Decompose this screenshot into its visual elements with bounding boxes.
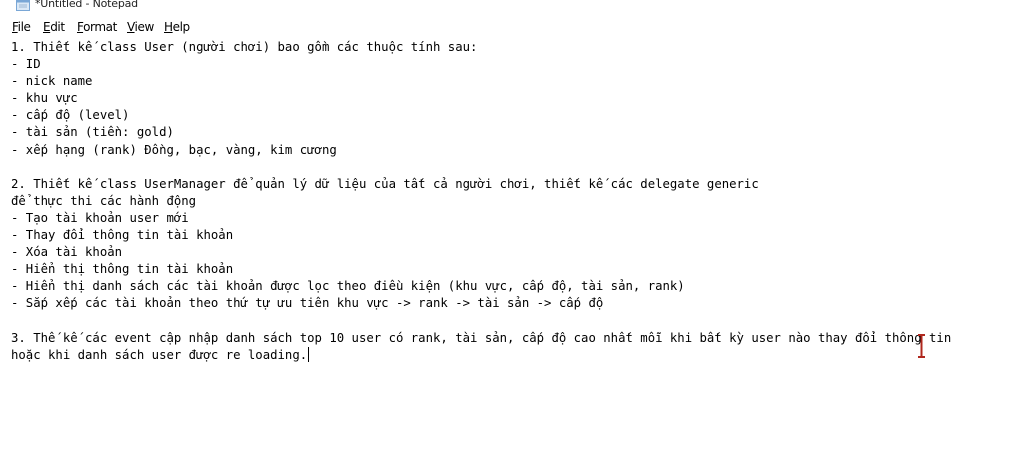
- menu-view[interactable]: View: [127, 20, 154, 34]
- menu-help[interactable]: Help: [164, 20, 190, 34]
- editor-line: - ID: [11, 57, 41, 72]
- title-bar: *Untitled - Notepad: [0, 0, 1027, 14]
- editor-line: - nick name: [11, 74, 93, 89]
- editor-text[interactable]: 1. Thiết kế class User (người chơi) bao …: [11, 39, 1023, 364]
- editor-line-last: hoặc khi danh sách user được re loading.: [11, 346, 1023, 364]
- editor-line-text: hoặc khi danh sách user được re loading.: [11, 347, 308, 362]
- editor-line: để thực thi các hành động: [11, 193, 197, 208]
- ibeam-cursor-icon: [918, 334, 925, 358]
- editor-line: - khu vực: [11, 91, 78, 106]
- menu-edit[interactable]: Edit: [43, 20, 65, 34]
- text-editor[interactable]: 1. Thiết kế class User (người chơi) bao …: [0, 36, 1027, 476]
- editor-line: - xếp hạng (rank) Đồng, bạc, vàng, kim c…: [11, 142, 337, 157]
- menu-format[interactable]: Format: [77, 20, 117, 34]
- editor-line: - Sắp xếp các tài khoản theo thứ tự ưu t…: [11, 296, 604, 311]
- menu-file[interactable]: File: [12, 20, 31, 34]
- menu-bar: File Edit Format View Help: [0, 18, 1027, 36]
- notepad-icon: [16, 0, 30, 11]
- editor-line: - Hiển thị danh sách các tài khoản được …: [11, 279, 685, 294]
- editor-line: - Thay đổi thông tin tài khoản: [11, 228, 234, 243]
- editor-line: - cấp độ (level): [11, 108, 130, 123]
- editor-line: - Xóa tài khoản: [11, 245, 123, 260]
- editor-line: 2. Thiết kế class UserManager để quản lý…: [11, 176, 759, 191]
- window-title: *Untitled - Notepad: [35, 0, 138, 10]
- editor-line: 1. Thiết kế class User (người chơi) bao …: [11, 40, 478, 54]
- editor-line: - Tạo tài khoản user mới: [11, 210, 189, 225]
- text-caret: [308, 346, 310, 362]
- editor-line: 3. Thế kế các event cập nhập danh sách t…: [11, 330, 952, 345]
- editor-line: - tài sản (tiền: gold): [11, 125, 174, 140]
- editor-line: - Hiển thị thông tin tài khoản: [11, 262, 234, 277]
